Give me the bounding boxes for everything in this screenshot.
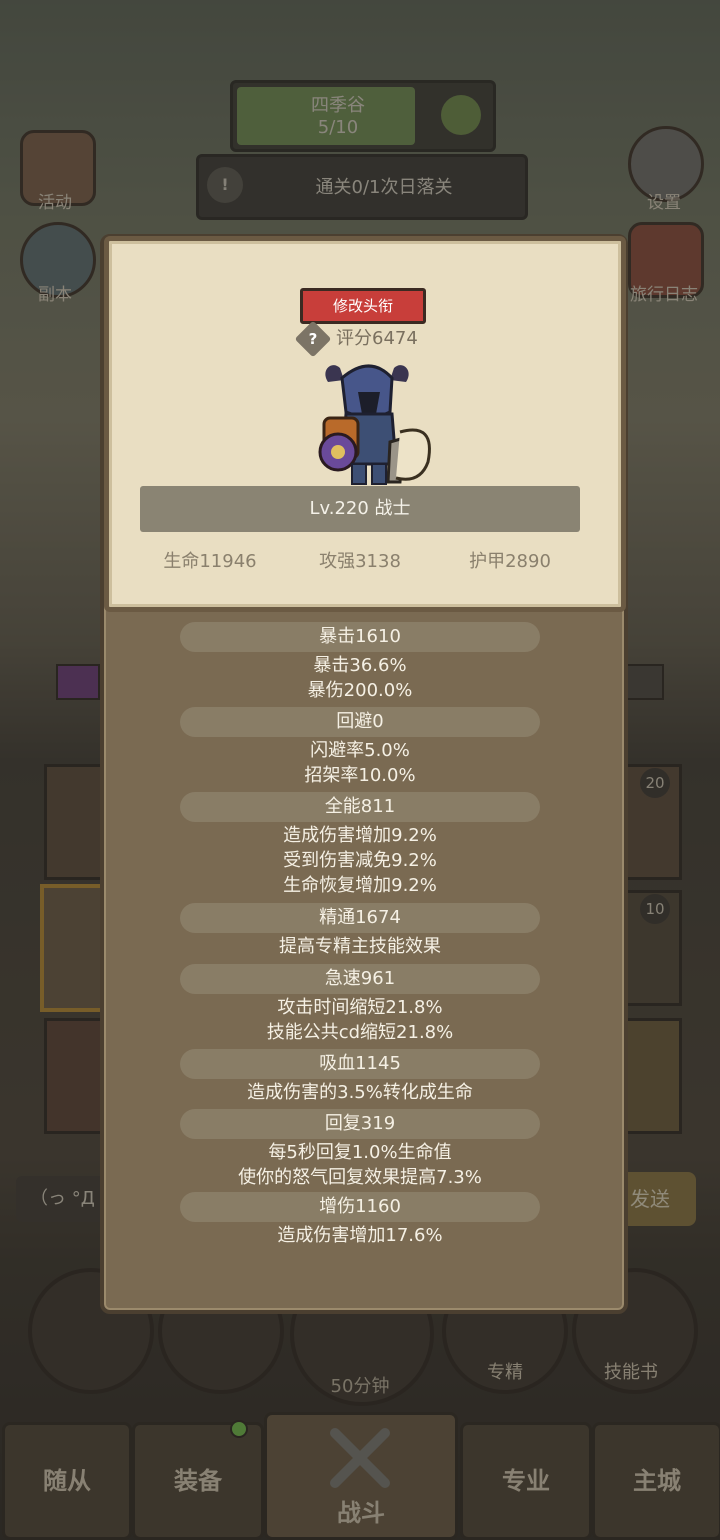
level-class-bar: Lv.220 战士 [140,486,580,532]
change-title-button[interactable]: 修改头衔 [300,288,426,324]
hp-stat: 生命11946 [163,551,257,572]
armor-stat: 护甲2890 [469,551,551,572]
stat-line: 每5秒回复1.0%生命值 [268,1142,452,1163]
stat-line: 受到伤害减免9.2% [283,850,437,871]
stat-header-leech: 吸血1145 [180,1049,540,1079]
stat-line: 造成伤害增加17.6% [277,1225,443,1246]
stat-line: 使你的怒气回复效果提高7.3% [238,1167,482,1188]
stat-header-dodge: 回避0 [180,707,540,737]
stat-header-regen: 回复319 [180,1109,540,1139]
stat-line: 攻击时间缩短21.8% [277,997,443,1018]
stat-line: 暴击36.6% [313,655,407,676]
score-text: 评分6474 [336,328,418,349]
stat-line: 技能公共cd缩短21.8% [266,1022,454,1043]
stat-header-haste: 急速961 [180,964,540,994]
attack-power-stat: 攻强3138 [319,551,401,572]
help-icon[interactable]: ? [300,326,326,352]
warrior-avatar [318,364,431,485]
stat-header-crit: 暴击1610 [180,622,540,652]
stat-line: 造成伤害的3.5%转化成生命 [247,1082,473,1103]
stat-header-damage: 增伤1160 [180,1192,540,1222]
stat-line: 提高专精主技能效果 [279,936,441,957]
stat-header-mastery: 精通1674 [180,903,540,933]
stat-line: 闪避率5.0% [310,740,410,761]
stat-line: 造成伤害增加9.2% [283,825,437,846]
stat-header-versatility: 全能811 [180,792,540,822]
stat-line: 生命恢复增加9.2% [283,875,437,896]
stat-line: 招架率10.0% [304,765,416,786]
stat-line: 暴伤200.0% [307,680,413,701]
